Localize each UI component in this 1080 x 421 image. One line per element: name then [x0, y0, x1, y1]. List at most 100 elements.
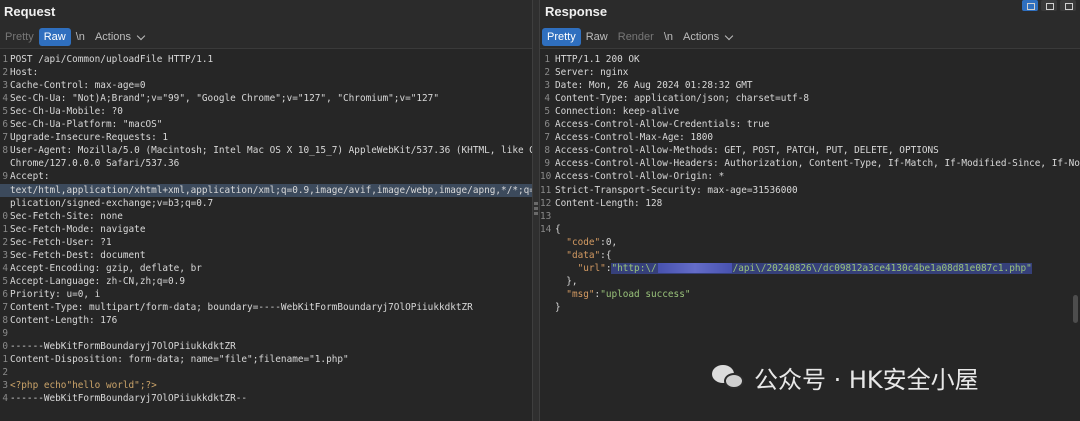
- tab-raw[interactable]: Raw: [581, 28, 613, 46]
- code-line: 3 Date: Mon, 26 Aug 2024 01:28:32 GMT: [540, 79, 1080, 92]
- line-text: Date: Mon, 26 Aug 2024 01:28:32 GMT: [555, 80, 753, 92]
- single-view-icon[interactable]: [1060, 0, 1076, 11]
- json-value: "upload success": [600, 288, 691, 300]
- code-line: 3 Cache-Control: max-age=0: [0, 79, 532, 92]
- line-text: "code":0,: [555, 236, 617, 249]
- horizontal-view-icon[interactable]: [1041, 0, 1057, 11]
- line-text: Sec-Fetch-Site: none: [10, 210, 123, 222]
- line-text: POST /api/Common/uploadFile HTTP/1.1: [10, 54, 214, 65]
- line-text: plication/signed-exchange;v=b3;q=0.7: [10, 197, 214, 209]
- code-line: 6 Sec-Ch-Ua-Platform: "macOS": [0, 118, 532, 131]
- tab-newline[interactable]: \n: [71, 28, 90, 46]
- request-title: Request: [4, 4, 56, 19]
- json-key: "url": [577, 262, 606, 274]
- line-text: Upgrade-Insecure-Requests: 1: [10, 132, 169, 144]
- watermark-text: 公众号 · HK安全小屋: [754, 366, 979, 394]
- code-line: 9 Access-Control-Allow-Headers: Authoriza…: [540, 157, 1080, 170]
- comma: ,: [611, 236, 618, 248]
- code-line: 5 Accept-Language: zh-CN,zh;q=0.9: [0, 275, 532, 288]
- code-line: 4 ------WebKitFormBoundaryj7OlOPiiukkdktZ…: [0, 392, 532, 405]
- line-text: text/html,application/xhtml+xml,applicat…: [10, 184, 532, 196]
- line-text: Access-Control-Allow-Methods: GET, POST,…: [555, 145, 939, 157]
- code-line: 0 ------WebKitFormBoundaryj7OlOPiiukkdktZ…: [0, 340, 532, 353]
- line-text: Sec-Ch-Ua-Mobile: ?0: [10, 106, 123, 118]
- line-number: 2: [544, 67, 550, 79]
- code-line: 4 Sec-Ch-Ua: "Not)A;Brand";v="99", "Googl…: [0, 92, 532, 105]
- request-editor[interactable]: 1 POST /api/Common/uploadFile HTTP/1.1 2 Ho…: [0, 48, 532, 421]
- line-number: 1: [544, 54, 550, 65]
- line-text: Connection: keep-alive: [555, 106, 680, 118]
- code-line: 9 Accept:: [0, 170, 532, 183]
- line-number: 13: [540, 210, 552, 222]
- actions-label: Actions: [94, 31, 132, 43]
- line-number: 8: [2, 145, 8, 157]
- line-number: 5: [2, 106, 8, 118]
- line-number: 6: [2, 119, 8, 131]
- actions-dropdown[interactable]: Actions: [90, 28, 149, 46]
- code-line: 11 Strict-Transport-Security: max-age=315…: [540, 184, 1080, 197]
- line-text: Server: nginx: [555, 67, 629, 79]
- line-number: 1: [2, 354, 8, 366]
- line-number: 3: [544, 80, 550, 92]
- line-number: 9: [2, 171, 8, 183]
- tab-pretty[interactable]: Pretty: [542, 28, 581, 46]
- line-text: Content-Length: 176: [10, 315, 118, 326]
- code-line: 6 Access-Control-Allow-Credentials: true: [540, 118, 1080, 131]
- tab-raw[interactable]: Raw: [38, 28, 71, 46]
- line-number: 4: [2, 393, 8, 405]
- line-text: },: [555, 275, 578, 287]
- line-number: 3: [2, 249, 8, 261]
- line-text: HTTP/1.1 200 OK: [555, 54, 640, 65]
- line-text: Accept:: [10, 171, 50, 183]
- code-line: 3 <?php echo"hello world";?>: [0, 379, 532, 392]
- code-line: Chrome/127.0.0.0 Safari/537.36: [0, 157, 532, 170]
- code-line: "url":"http:\//api\/20240826\/dc09812a3c…: [540, 262, 1080, 275]
- code-line: 6 Priority: u=0, i: [0, 288, 532, 301]
- line-number: 0: [2, 341, 8, 353]
- pane-divider[interactable]: [532, 0, 540, 421]
- code-line: 5 Sec-Ch-Ua-Mobile: ?0: [0, 105, 532, 118]
- line-number: 0: [2, 210, 8, 222]
- actions-dropdown[interactable]: Actions: [678, 28, 737, 46]
- code-line: 1 Sec-Fetch-Mode: navigate: [0, 223, 532, 236]
- line-number: 1: [2, 223, 8, 235]
- line-number: 1: [2, 54, 8, 65]
- line-text: Content-Type: application/json; charset=…: [555, 93, 809, 105]
- line-text: Access-Control-Allow-Credentials: true: [555, 119, 770, 131]
- tab-newline[interactable]: \n: [659, 28, 678, 46]
- line-number: 7: [2, 301, 8, 313]
- code-line: 1 POST /api/Common/uploadFile HTTP/1.1: [0, 53, 532, 66]
- line-number: 4: [2, 262, 8, 274]
- code-line: 8 Content-Length: 176: [0, 314, 532, 327]
- line-number: 8: [544, 145, 550, 157]
- line-text: Accept-Encoding: gzip, deflate, br: [10, 262, 202, 274]
- line-text: Content-Type: multipart/form-data; bound…: [10, 301, 473, 313]
- line-text: Sec-Fetch-Mode: navigate: [10, 223, 146, 235]
- line-text: User-Agent: Mozilla/5.0 (Macintosh; Inte…: [10, 145, 532, 157]
- actions-label: Actions: [683, 31, 720, 43]
- line-text: ------WebKitFormBoundaryj7OlOPiiukkdktZR…: [10, 393, 248, 405]
- url-suffix: /api\/20240826\/dc09812a3ce4130c4be1a08d…: [732, 262, 1032, 274]
- response-pane: Response Pretty Raw Render \n Actions 1H…: [540, 0, 1080, 421]
- code-line: "code":0,: [540, 236, 1080, 249]
- code-line: 3 Sec-Fetch-Dest: document: [0, 249, 532, 262]
- line-number: 5: [2, 275, 8, 287]
- tab-pretty[interactable]: Pretty: [0, 28, 39, 46]
- split-view-icon[interactable]: [1022, 0, 1038, 11]
- line-number: 4: [544, 93, 550, 105]
- code-line: text/html,application/xhtml+xml,applicat…: [0, 183, 532, 197]
- code-line: 2 Host:: [0, 66, 532, 79]
- line-number: 6: [2, 288, 8, 300]
- chevron-down-icon: [724, 31, 734, 40]
- tab-render[interactable]: Render: [613, 28, 659, 46]
- redacted-host: [657, 263, 732, 274]
- request-toolbar: Pretty Raw \n Actions: [0, 28, 532, 46]
- code-line: 7 Content-Type: multipart/form-data; boun…: [0, 301, 532, 314]
- code-line: plication/signed-exchange;v=b3;q=0.7: [0, 197, 532, 210]
- code-line: "data":{: [540, 249, 1080, 262]
- code-line: "msg":"upload success": [540, 288, 1080, 301]
- line-text: Content-Length: 128: [555, 197, 663, 209]
- json-key: "msg": [566, 288, 595, 300]
- request-pane: Request Pretty Raw \n Actions 1 POST /api…: [0, 0, 532, 421]
- response-title: Response: [545, 4, 608, 19]
